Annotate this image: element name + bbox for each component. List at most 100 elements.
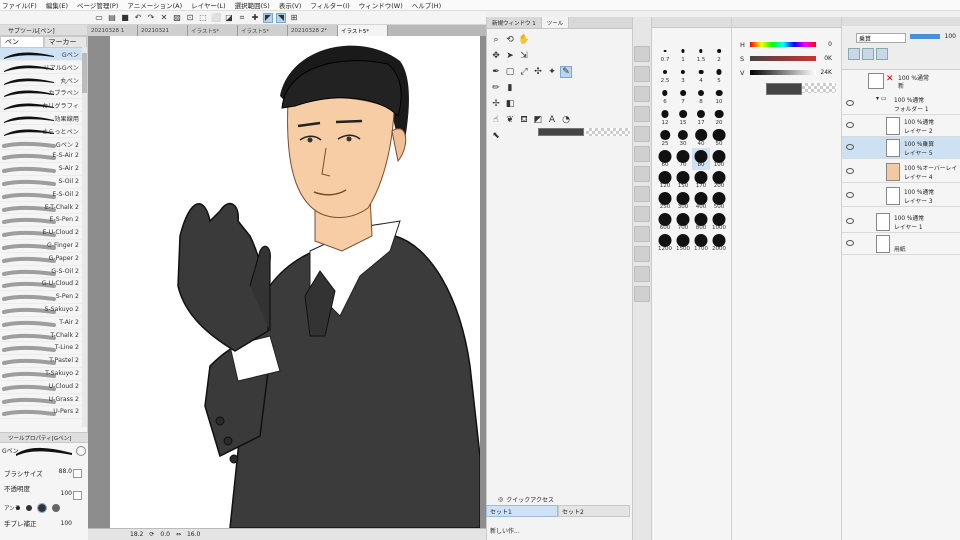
menu-window[interactable]: ウィンドウ(W) (359, 0, 403, 10)
transparent-color-swatch[interactable] (586, 128, 630, 136)
layer-row[interactable]: 100 %通常 レイヤー 3 (842, 185, 960, 207)
brush-size-cell[interactable]: 1700 (692, 232, 710, 254)
rotate-view-icon[interactable]: ⟲ (504, 34, 516, 46)
transparent-swatch[interactable] (802, 83, 836, 93)
brush-size-cell[interactable]: 80 (692, 148, 710, 170)
blend-mode-select[interactable]: 乗算 (856, 33, 906, 43)
snap-grid-icon[interactable]: ⊞ (289, 13, 299, 23)
hue-bar[interactable] (750, 42, 816, 47)
brush-size-cell[interactable]: 150 (674, 169, 692, 191)
lasso-icon[interactable]: ✣ (532, 66, 544, 78)
brush-size-cell[interactable]: 1200 (656, 232, 674, 254)
visibility-eye-icon[interactable] (846, 240, 854, 246)
antialias-weak-icon[interactable] (26, 505, 32, 511)
pencil-icon[interactable]: ✏ (490, 82, 502, 94)
tab-pen[interactable]: ペン (0, 36, 44, 48)
opacity-pressure-icon[interactable] (73, 491, 82, 500)
brush-icon[interactable]: ✎ (560, 66, 572, 78)
brush-item[interactable]: U-Grass 2 (0, 394, 87, 407)
brush-size-cell[interactable]: 250 (656, 190, 674, 212)
new-action-item[interactable]: 新しい作... (490, 526, 630, 538)
airbrush-icon[interactable]: ✢ (490, 98, 502, 110)
move-icon[interactable]: ✥ (490, 50, 502, 62)
open-folder-icon[interactable]: ▤ (107, 13, 117, 23)
brush-item[interactable]: E-U-Cloud 2 (0, 227, 87, 240)
saturation-bar[interactable] (750, 56, 816, 61)
brush-size-value[interactable]: 88.0 (59, 468, 72, 475)
brush-size-cell[interactable]: 200 (710, 169, 728, 191)
material-palette-icon[interactable] (634, 186, 650, 202)
menu-layer[interactable]: レイヤー(L) (191, 0, 226, 10)
tab-new-window[interactable]: 新規ウィンドウ 1 (487, 17, 542, 28)
rotate-icon[interactable]: ⟳ (149, 531, 154, 538)
brush-size-cell[interactable]: 100 (710, 148, 728, 170)
search-palette-icon[interactable] (634, 266, 650, 282)
brush-item[interactable]: G-U-Cloud 2 (0, 278, 87, 292)
transform-icon[interactable]: ⊡ (185, 13, 195, 23)
brush-size-cell[interactable]: 20 (710, 106, 728, 128)
saturation-slider[interactable]: S 0K (738, 53, 838, 65)
visibility-eye-icon[interactable] (846, 168, 854, 174)
menu-edit[interactable]: 編集(E) (46, 0, 68, 10)
visibility-eye-icon[interactable] (846, 192, 854, 198)
brush-item[interactable]: G-S-Oil 2 (0, 266, 87, 279)
menu-selection[interactable]: 選択範囲(S) (235, 0, 270, 10)
doc-tab-5[interactable]: 20210328 2* (288, 25, 338, 36)
color-history-palette-icon[interactable] (634, 166, 650, 182)
menu-view[interactable]: 表示(V) (279, 0, 302, 10)
clear-icon[interactable]: ✕ (159, 13, 169, 23)
brush-item[interactable]: リアルGペン (0, 61, 87, 74)
decoration-icon[interactable]: ❦ (504, 114, 516, 126)
value-bar[interactable] (750, 70, 816, 75)
brush-size-cell[interactable]: 700 (674, 211, 692, 233)
set-1-tab[interactable]: セット1 (486, 505, 558, 517)
brush-size-cell[interactable]: 15 (674, 106, 692, 128)
menu-help[interactable]: ヘルプ(H) (412, 0, 441, 10)
eyedropper-icon[interactable]: ⤢ (518, 66, 530, 78)
brush-size-cell[interactable]: 12 (656, 106, 674, 128)
brush-item[interactable]: E-S-Pen 2 (0, 214, 87, 228)
antialias-row[interactable]: アンチ (0, 500, 88, 516)
snap-icon[interactable]: ✚ (250, 13, 260, 23)
brush-item[interactable]: G-Paper 2 (0, 253, 87, 266)
layer-property-palette-icon[interactable] (634, 246, 650, 262)
brush-item[interactable]: S-Air 2 (0, 163, 87, 176)
brush-item[interactable]: 効果線用 (0, 112, 87, 125)
menu-file[interactable]: ファイル(F) (2, 0, 37, 10)
brush-size-cell[interactable]: 500 (710, 190, 728, 212)
brush-size-cell[interactable]: 10 (710, 85, 728, 107)
value-value[interactable]: 24K (820, 69, 832, 76)
layer-row[interactable]: 100 %乗算 レイヤー 5 (842, 137, 960, 159)
brush-size-cell[interactable]: 50 (710, 127, 728, 149)
layer-row[interactable]: 100 %通常 レイヤー 2 (842, 115, 960, 137)
brush-size-cell[interactable]: 2000 (710, 232, 728, 254)
brush-size-cell[interactable]: 1 (674, 43, 692, 65)
save-icon[interactable]: ■ (120, 13, 130, 23)
balloon-icon[interactable]: ◔ (560, 114, 572, 126)
hand-icon[interactable]: ✋ (518, 34, 530, 46)
pen-icon[interactable]: ✒ (490, 66, 502, 78)
zoom-value[interactable]: 18.2 (130, 531, 143, 538)
undo-icon[interactable]: ↶ (133, 13, 143, 23)
animation-palette-icon[interactable] (634, 286, 650, 302)
new-document-icon[interactable]: ▭ (94, 13, 104, 23)
antialias-none-icon[interactable] (16, 506, 20, 510)
brush-size-cell[interactable]: 800 (692, 211, 710, 233)
invert-selection-icon[interactable]: ◪ (224, 13, 234, 23)
navigator-palette-icon[interactable] (634, 206, 650, 222)
stabilize-value[interactable]: 100 (61, 520, 72, 527)
menu-filter[interactable]: フィルター(I) (310, 0, 349, 10)
antialias-strong-icon[interactable] (52, 504, 60, 512)
set-2-tab[interactable]: セット2 (558, 505, 630, 517)
brush-size-cell[interactable]: 1000 (710, 211, 728, 233)
visibility-eye-icon[interactable] (846, 144, 854, 150)
brush-size-cell[interactable]: 40 (692, 127, 710, 149)
saturation-value[interactable]: 0K (824, 55, 832, 62)
brush-size-cell[interactable]: 4 (692, 64, 710, 86)
brush-size-cell[interactable]: 6 (656, 85, 674, 107)
fill-icon[interactable]: ▨ (172, 13, 182, 23)
brush-size-cell[interactable]: 25 (656, 127, 674, 149)
blend-icon[interactable]: ☝ (490, 114, 502, 126)
brush-size-cell[interactable]: 120 (656, 169, 674, 191)
brush-size-palette-icon[interactable] (634, 46, 650, 62)
